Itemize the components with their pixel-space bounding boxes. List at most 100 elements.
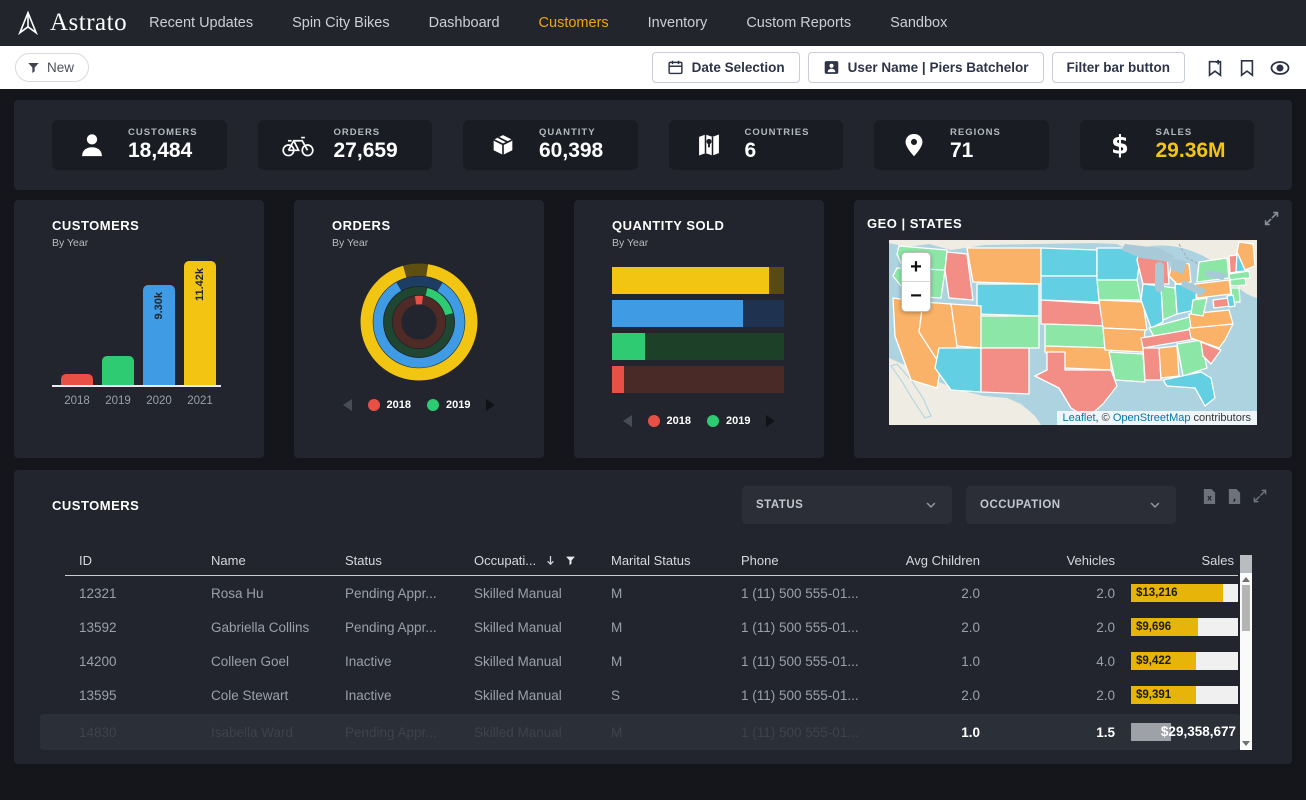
bookmark-add-icon[interactable] [1205, 58, 1225, 78]
nav-item-recent-updates[interactable]: Recent Updates [149, 15, 253, 31]
legend-next-arrow[interactable] [766, 415, 775, 427]
kpi-customers-value: 18,484 [128, 139, 198, 163]
legend-item-2018[interactable]: 2018 [368, 399, 411, 411]
col-header-name[interactable]: Name [197, 553, 331, 568]
kpi-quantity: QUANTITY 60,398 [463, 120, 638, 170]
table-row[interactable]: 14200 Colleen Goel Inactive Skilled Manu… [65, 644, 1238, 678]
zoom-in-button[interactable]: + [902, 253, 930, 282]
orders-ring-2018-track [397, 300, 441, 344]
occupation-filter-dropdown[interactable]: OCCUPATION [966, 486, 1176, 524]
total-sales-bar: $29,358,677 [1131, 723, 1238, 741]
orders-donut[interactable] [352, 255, 486, 389]
nav-item-sandbox[interactable]: Sandbox [890, 15, 947, 31]
kpi-orders: ORDERS 27,659 [258, 120, 433, 170]
nav-item-custom-reports[interactable]: Custom Reports [746, 15, 851, 31]
col-header-avg-children[interactable]: Avg Children [883, 553, 995, 568]
bar-2019[interactable] [102, 356, 134, 385]
user-badge-icon [823, 59, 840, 76]
scroll-up-button[interactable] [1242, 577, 1250, 582]
bar-2018[interactable] [61, 374, 93, 385]
x-axis-labels: 2018 2019 2020 2021 [52, 395, 226, 407]
sort-descending-icon[interactable] [544, 554, 557, 567]
col-header-occupation[interactable]: Occupati... [460, 553, 597, 568]
export-csv-icon[interactable]: , [1227, 488, 1242, 505]
bookmark-icon[interactable] [1238, 58, 1256, 78]
ghost-phone: 1 (11) 500 555-01... [727, 725, 883, 740]
scrollbar-track[interactable] [1240, 573, 1252, 750]
zoom-out-button[interactable]: − [902, 282, 930, 311]
bar-2020[interactable]: 9.30k [143, 285, 175, 385]
hbar-2018[interactable] [612, 366, 784, 393]
table-header-row: ID Name Status Occupati... Marital Statu… [65, 546, 1238, 576]
col-header-id[interactable]: ID [65, 553, 197, 568]
col-header-sales[interactable]: Sales [1130, 553, 1238, 568]
legend-next-arrow[interactable] [486, 399, 495, 411]
expand-icon[interactable] [1252, 488, 1268, 504]
chevron-down-icon [924, 498, 938, 512]
kpi-countries: COUNTRIES 6 [669, 120, 844, 170]
package-icon [485, 131, 521, 159]
filter-bar-button[interactable]: Filter bar button [1052, 52, 1186, 83]
kpi-orders-value: 27,659 [334, 139, 398, 163]
legend-prev-arrow[interactable] [343, 399, 352, 411]
hbar-2021[interactable] [612, 267, 784, 294]
kpi-sales-value: 29.36M [1156, 139, 1226, 163]
col-header-marital-status[interactable]: Marital Status [597, 553, 727, 568]
hbar-2020[interactable] [612, 300, 784, 327]
total-sales: $29,358,677 [1161, 723, 1236, 741]
bicycle-icon [280, 131, 316, 159]
table-totals-row: 14830 Isabella Ward Pending Appr... Skil… [40, 714, 1240, 750]
nav-item-dashboard[interactable]: Dashboard [429, 15, 500, 31]
expand-icon[interactable] [1263, 210, 1280, 227]
status-filter-dropdown[interactable]: STATUS [742, 486, 952, 524]
table-row[interactable]: 13592 Gabriella Collins Pending Appr... … [65, 610, 1238, 644]
new-filter-button[interactable]: New [15, 53, 89, 82]
nav-item-spin-city-bikes[interactable]: Spin City Bikes [292, 15, 390, 31]
export-xlsx-icon[interactable]: x [1202, 488, 1217, 505]
ghost-name: Isabella Ward [197, 725, 331, 740]
col-header-status[interactable]: Status [331, 553, 460, 568]
kpi-countries-value: 6 [745, 139, 810, 163]
table-row[interactable]: 13595 Cole Stewart Inactive Skilled Manu… [65, 678, 1238, 712]
nav-item-inventory[interactable]: Inventory [648, 15, 708, 31]
customers-bar-chart-panel: CUSTOMERS By Year 9.30k 11.42k 2018 2019… [14, 200, 264, 458]
openstreetmap-link[interactable]: OpenStreetMap [1113, 412, 1191, 424]
leaflet-link[interactable]: Leaflet [1063, 412, 1096, 424]
kpi-regions-value: 71 [950, 139, 1001, 163]
legend-item-2018[interactable]: 2018 [648, 415, 691, 427]
eye-icon[interactable] [1269, 58, 1291, 78]
svg-text:$: $ [1111, 131, 1129, 160]
kpi-sales: $ SALES 29.36M [1080, 120, 1255, 170]
col-header-phone[interactable]: Phone [727, 553, 883, 568]
leaflet-map[interactable]: + − Leaflet, © OpenStreetMap contributor… [889, 240, 1257, 425]
kpi-customers: CUSTOMERS 18,484 [52, 120, 227, 170]
scrollbar-thumb[interactable] [1242, 585, 1250, 631]
kpi-panel: CUSTOMERS 18,484 ORDERS 27,659 QUANTITY … [14, 100, 1292, 190]
geo-states-map-panel: GEO | STATES [854, 200, 1292, 458]
orders-legend: 2018 2019 [332, 399, 506, 411]
sales-bar: $9,422 [1131, 652, 1238, 670]
legend-prev-arrow[interactable] [623, 415, 632, 427]
table-vertical-scrollbar[interactable] [1240, 555, 1252, 750]
legend-dot [427, 399, 439, 411]
orders-donut-chart-panel: ORDERS By Year 2018 2019 [294, 200, 544, 458]
calendar-icon [667, 59, 684, 76]
user-button[interactable]: User Name | Piers Batchelor [808, 52, 1044, 83]
bar-2021[interactable]: 11.42k [184, 261, 216, 385]
date-selection-button[interactable]: Date Selection [652, 52, 800, 83]
nav-item-customers-active[interactable]: Customers [539, 15, 609, 31]
legend-item-2019[interactable]: 2019 [707, 415, 750, 427]
quantity-hbar-chart-panel: QUANTITY SOLD By Year 2018 2019 [574, 200, 824, 458]
col-header-vehicles[interactable]: Vehicles [995, 553, 1130, 568]
scroll-down-button[interactable] [1242, 741, 1250, 746]
brand[interactable]: Astrato [15, 9, 127, 37]
dashboard-body: CUSTOMERS 18,484 ORDERS 27,659 QUANTITY … [0, 89, 1306, 775]
column-filter-icon[interactable] [565, 555, 576, 566]
location-pin-icon [896, 131, 932, 159]
ghost-marital: M [597, 725, 727, 740]
hbar-2019[interactable] [612, 333, 784, 360]
chart-subtitle: By Year [612, 237, 786, 249]
table-row[interactable]: 12321 Rosa Hu Pending Appr... Skilled Ma… [65, 576, 1238, 610]
legend-item-2019[interactable]: 2019 [427, 399, 470, 411]
us-states-map[interactable] [889, 240, 1257, 425]
